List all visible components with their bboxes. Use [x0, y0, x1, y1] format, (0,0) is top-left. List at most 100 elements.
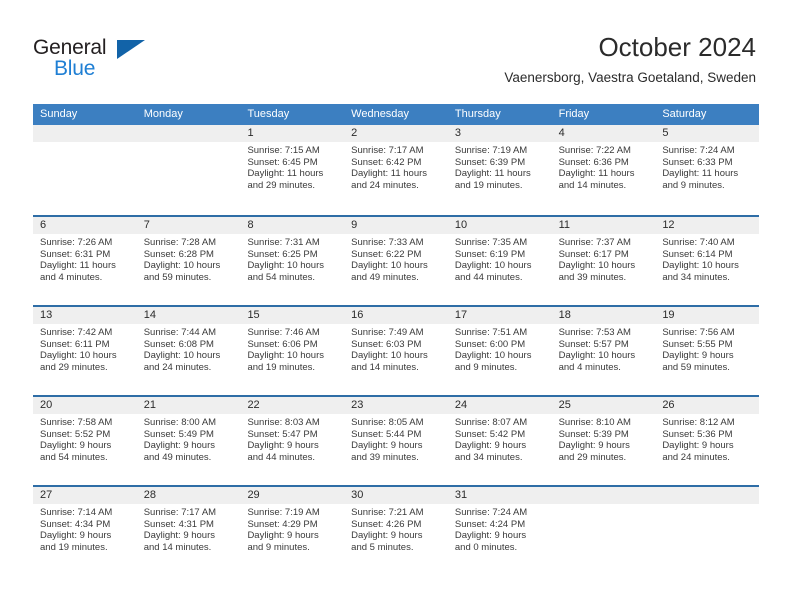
calendar-day-cell[interactable]: 21 Sunrise: 8:00 AM Sunset: 5:49 PM Dayligh…	[136, 397, 241, 485]
sunset-text: Sunset: 5:57 PM	[558, 338, 629, 350]
calendar-day-cell[interactable]: 8 Sunrise: 7:31 AM Sunset: 6:25 PM Daylight…	[240, 217, 345, 305]
calendar-day-cell[interactable]: 25 Sunrise: 8:10 AM Sunset: 5:39 PM Dayligh…	[551, 397, 656, 485]
calendar-day-cell[interactable]: 19 Sunrise: 7:56 AM Sunset: 5:55 PM Dayligh…	[655, 307, 760, 395]
sunset-text: Sunset: 5:44 PM	[351, 428, 422, 440]
day-sun-info: Sunrise: 7:19 AM Sunset: 6:39 PM Daylight:…	[448, 142, 552, 191]
sunrise-text: Sunrise: 7:19 AM	[454, 145, 528, 156]
sunrise-text: Sunrise: 8:07 AM	[454, 417, 528, 428]
calendar-day-cell-empty	[655, 487, 760, 575]
calendar-day-cell[interactable]: 2 Sunrise: 7:17 AM Sunset: 6:42 PM Daylight…	[344, 125, 448, 215]
day-number: 25	[551, 397, 656, 414]
day-number: 1	[240, 125, 345, 142]
calendar-week-row: 27 Sunrise: 7:14 AM Sunset: 4:34 PM Dayligh…	[33, 485, 760, 575]
day-sun-info: Sunrise: 7:19 AM Sunset: 4:29 PM Daylight:…	[240, 504, 344, 553]
daylight-text-line1: Daylight: 11 hours	[662, 168, 739, 180]
day-sun-info: Sunrise: 7:56 AM Sunset: 5:55 PM Daylight:…	[655, 324, 759, 373]
sunrise-text: Sunrise: 7:44 AM	[143, 327, 217, 338]
day-sun-info: Sunrise: 7:17 AM Sunset: 4:31 PM Daylight:…	[137, 504, 241, 553]
sunset-text: Sunset: 6:45 PM	[247, 156, 318, 168]
daylight-text-line1: Daylight: 11 hours	[454, 168, 531, 180]
calendar-day-cell[interactable]: 14 Sunrise: 7:44 AM Sunset: 6:08 PM Dayligh…	[136, 307, 241, 395]
daylight-text-line1: Daylight: 9 hours	[558, 440, 630, 452]
day-number: 10	[447, 217, 552, 234]
calendar-day-cell[interactable]: 16 Sunrise: 7:49 AM Sunset: 6:03 PM Dayligh…	[344, 307, 448, 395]
sunset-text: Sunset: 6:06 PM	[247, 338, 318, 350]
day-sun-info: Sunrise: 7:33 AM Sunset: 6:22 PM Daylight:…	[344, 234, 448, 283]
sunrise-text: Sunrise: 7:31 AM	[247, 237, 320, 248]
sunrise-text: Sunrise: 7:37 AM	[558, 237, 631, 248]
daylight-text-line2: and 24 minutes.	[143, 361, 212, 373]
sunrise-text: Sunrise: 7:35 AM	[454, 237, 528, 248]
day-number	[655, 487, 760, 504]
sunset-text: Sunset: 6:11 PM	[40, 338, 110, 350]
sunset-text: Sunset: 5:42 PM	[454, 428, 526, 440]
day-sun-info: Sunrise: 7:44 AM Sunset: 6:08 PM Daylight:…	[137, 324, 241, 373]
calendar-day-cell[interactable]: 12 Sunrise: 7:40 AM Sunset: 6:14 PM Dayligh…	[655, 217, 760, 305]
daylight-text-line2: and 4 minutes.	[40, 271, 103, 283]
day-number: 28	[136, 487, 241, 504]
weekday-header-saturday: Saturday	[662, 108, 707, 120]
calendar-day-cell[interactable]: 22 Sunrise: 8:03 AM Sunset: 5:47 PM Dayligh…	[240, 397, 345, 485]
calendar-body: 1 Sunrise: 7:15 AM Sunset: 6:45 PM Daylight…	[33, 125, 760, 575]
daylight-text-line2: and 49 minutes.	[351, 271, 419, 283]
calendar-day-cell[interactable]: 31 Sunrise: 7:24 AM Sunset: 4:24 PM Dayligh…	[447, 487, 552, 575]
sunset-text: Sunset: 5:39 PM	[558, 428, 629, 440]
day-sun-info: Sunrise: 8:00 AM Sunset: 5:49 PM Daylight:…	[137, 414, 241, 463]
sunset-text: Sunset: 6:19 PM	[454, 248, 526, 260]
sunrise-text: Sunrise: 7:42 AM	[40, 327, 113, 338]
daylight-text-line2: and 39 minutes.	[558, 271, 627, 283]
calendar-day-cell[interactable]: 29 Sunrise: 7:19 AM Sunset: 4:29 PM Dayligh…	[240, 487, 345, 575]
daylight-text-line2: and 9 minutes.	[247, 541, 310, 553]
day-sun-info: Sunrise: 8:10 AM Sunset: 5:39 PM Daylight:…	[552, 414, 656, 463]
calendar-day-cell[interactable]: 7 Sunrise: 7:28 AM Sunset: 6:28 PM Daylight…	[136, 217, 241, 305]
calendar-day-cell[interactable]: 17 Sunrise: 7:51 AM Sunset: 6:00 PM Dayligh…	[447, 307, 552, 395]
calendar-day-cell[interactable]: 6 Sunrise: 7:26 AM Sunset: 6:31 PM Daylight…	[33, 217, 137, 305]
day-number: 5	[655, 125, 760, 142]
day-sun-info: Sunrise: 8:03 AM Sunset: 5:47 PM Daylight:…	[240, 414, 344, 463]
calendar-day-cell[interactable]: 13 Sunrise: 7:42 AM Sunset: 6:11 PM Dayligh…	[33, 307, 137, 395]
calendar-day-cell[interactable]: 10 Sunrise: 7:35 AM Sunset: 6:19 PM Dayligh…	[447, 217, 552, 305]
calendar-day-cell[interactable]: 24 Sunrise: 8:07 AM Sunset: 5:42 PM Dayligh…	[447, 397, 552, 485]
calendar-day-cell[interactable]: 28 Sunrise: 7:17 AM Sunset: 4:31 PM Dayligh…	[136, 487, 241, 575]
sunrise-text: Sunrise: 7:51 AM	[454, 327, 528, 338]
calendar-day-cell[interactable]: 4 Sunrise: 7:22 AM Sunset: 6:36 PM Daylight…	[551, 125, 656, 215]
day-number: 22	[240, 397, 345, 414]
calendar-day-cell[interactable]: 3 Sunrise: 7:19 AM Sunset: 6:39 PM Daylight…	[447, 125, 552, 215]
day-number: 26	[655, 397, 760, 414]
page-header: General Blue October 2024 Vaenersborg, V…	[0, 0, 792, 104]
calendar-day-cell[interactable]: 20 Sunrise: 7:58 AM Sunset: 5:52 PM Dayligh…	[33, 397, 137, 485]
day-number: 8	[240, 217, 345, 234]
calendar-day-cell[interactable]: 11 Sunrise: 7:37 AM Sunset: 6:17 PM Dayligh…	[551, 217, 656, 305]
calendar-day-cell[interactable]: 15 Sunrise: 7:46 AM Sunset: 6:06 PM Dayligh…	[240, 307, 345, 395]
calendar-day-cell[interactable]: 27 Sunrise: 7:14 AM Sunset: 4:34 PM Dayligh…	[33, 487, 137, 575]
daylight-text-line2: and 14 minutes.	[351, 361, 419, 373]
calendar-day-cell[interactable]: 26 Sunrise: 8:12 AM Sunset: 5:36 PM Dayligh…	[655, 397, 760, 485]
sunset-text: Sunset: 6:00 PM	[454, 338, 526, 350]
sunset-text: Sunset: 6:39 PM	[454, 156, 526, 168]
calendar-day-cell[interactable]: 23 Sunrise: 8:05 AM Sunset: 5:44 PM Dayligh…	[344, 397, 448, 485]
sunrise-text: Sunrise: 7:33 AM	[351, 237, 424, 248]
sunrise-text: Sunrise: 7:14 AM	[40, 507, 113, 518]
sunrise-text: Sunrise: 7:22 AM	[558, 145, 631, 156]
calendar-day-cell[interactable]: 5 Sunrise: 7:24 AM Sunset: 6:33 PM Daylight…	[655, 125, 760, 215]
sunrise-text: Sunrise: 8:12 AM	[662, 417, 735, 428]
daylight-text-line1: Daylight: 10 hours	[558, 260, 636, 272]
calendar-grid: Sunday Monday Tuesday Wednesday Thursday Frid…	[33, 104, 760, 575]
daylight-text-line2: and 29 minutes.	[247, 179, 316, 191]
daylight-text-line2: and 9 minutes.	[662, 179, 725, 191]
sunrise-text: Sunrise: 7:26 AM	[40, 237, 113, 248]
daylight-text-line2: and 59 minutes.	[143, 271, 212, 283]
sunset-text: Sunset: 6:14 PM	[662, 248, 733, 260]
calendar-day-cell[interactable]: 9 Sunrise: 7:33 AM Sunset: 6:22 PM Daylight…	[344, 217, 448, 305]
daylight-text-line1: Daylight: 9 hours	[247, 530, 319, 542]
sunset-text: Sunset: 4:31 PM	[143, 518, 214, 530]
sunrise-text: Sunrise: 7:19 AM	[247, 507, 320, 518]
sunset-text: Sunset: 6:31 PM	[40, 248, 111, 260]
calendar-day-cell[interactable]: 18 Sunrise: 7:53 AM Sunset: 5:57 PM Dayligh…	[551, 307, 656, 395]
generalblue-logo[interactable]: General Blue	[33, 36, 163, 84]
day-number: 17	[447, 307, 552, 324]
daylight-text-line2: and 24 minutes.	[662, 451, 730, 463]
calendar-day-cell[interactable]: 1 Sunrise: 7:15 AM Sunset: 6:45 PM Daylight…	[240, 125, 345, 215]
day-sun-info: Sunrise: 7:14 AM Sunset: 4:34 PM Daylight:…	[33, 504, 137, 553]
calendar-day-cell[interactable]: 30 Sunrise: 7:21 AM Sunset: 4:26 PM Dayligh…	[344, 487, 448, 575]
